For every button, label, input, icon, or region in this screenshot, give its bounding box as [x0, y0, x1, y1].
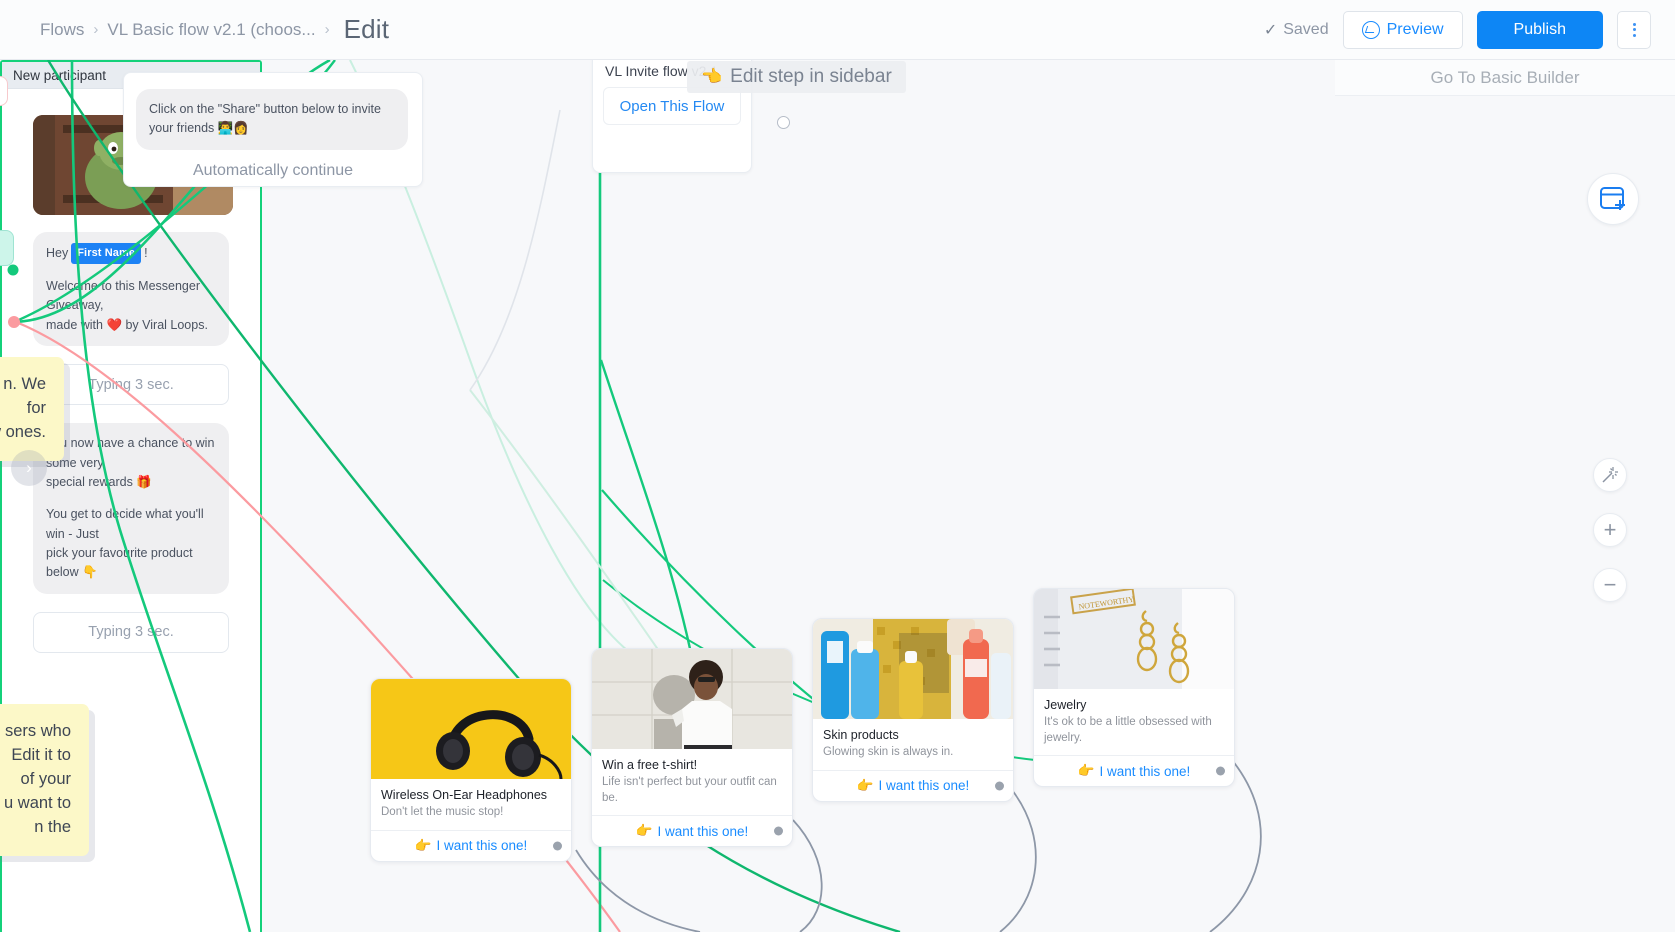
gallery-card-button-label: I want this one!: [436, 838, 528, 854]
gallery-card-text: Wireless On-Ear Headphones Don't let the…: [371, 779, 571, 830]
share-bubble-text: Click on the "Share" button below to inv…: [136, 89, 408, 150]
gallery-card-subtitle: Glowing skin is always in.: [823, 746, 954, 759]
sticky-note-next-button[interactable]: ›: [11, 450, 47, 486]
gallery-card-image: [592, 649, 792, 751]
magic-wand-icon: [1602, 467, 1618, 483]
breadcrumb: Flows › VL Basic flow v2.1 (choos... › E…: [40, 14, 389, 45]
flow-canvas[interactable]: Click on the "Share" button below to inv…: [0, 60, 1675, 932]
check-icon: ✓: [1263, 21, 1278, 39]
kebab-dot-icon: [1632, 33, 1636, 37]
tooltip-label: Edit step in sidebar: [730, 66, 892, 87]
breadcrumb-item-flows[interactable]: Flows: [40, 20, 84, 40]
saved-label: Saved: [1283, 20, 1329, 38]
sticky-note-line: Edit it to: [11, 745, 71, 764]
gallery-card-subtitle: Life isn't perfect but your outfit can b…: [602, 776, 777, 804]
sticky-note-bottom[interactable]: sers who Edit it to of your u want to n …: [0, 704, 89, 856]
gallery-card-button-label: I want this one!: [1099, 763, 1191, 779]
publish-button-label: Publish: [1513, 20, 1566, 38]
auto-continue-label: Automatically continue: [192, 161, 354, 179]
gallery-card-title: Wireless On-Ear Headphones: [381, 788, 548, 802]
plus-icon: +: [1603, 517, 1617, 542]
sticky-note-line: u want to: [4, 793, 71, 812]
gallery-card-skin-products[interactable]: Skin products Glowing skin is always in.…: [812, 618, 1014, 802]
gallery-card-subtitle: It's ok to be a little obsessed with jew…: [1044, 716, 1212, 744]
pointing-hand-icon: 👉: [1077, 763, 1095, 779]
gallery-card-tshirt[interactable]: Win a free t-shirt! Life isn't perfect b…: [591, 648, 793, 848]
gallery-card-title: Win a free t-shirt!: [602, 758, 698, 772]
sticky-note-top[interactable]: n. We for w ones.: [0, 357, 64, 461]
header-actions: ✓ Saved Preview Publish: [1264, 10, 1651, 49]
gallery-card-output-port[interactable]: [1216, 766, 1225, 776]
gallery-card-output-port[interactable]: [774, 826, 783, 836]
pointing-hand-icon: 👈: [701, 67, 723, 86]
chevron-right-icon: ›: [26, 458, 32, 477]
preview-button-label: Preview: [1386, 20, 1444, 38]
sticky-note-line: sers who: [4, 722, 71, 740]
node-output-port[interactable]: [777, 116, 790, 129]
gallery-card-button-label: I want this one!: [657, 823, 749, 839]
gallery-card-output-port[interactable]: [553, 841, 562, 851]
gallery-card-text: Jewelry It's ok to be a little obsessed …: [1034, 689, 1234, 755]
zoom-in-button[interactable]: +: [1593, 513, 1627, 547]
more-options-button[interactable]: [1617, 10, 1651, 49]
tooltip-edit-step: 👈 Edit step in sidebar: [687, 61, 906, 93]
pointing-hand-icon: 👉: [414, 837, 432, 853]
sticky-note-line: n the: [34, 817, 71, 836]
preview-button[interactable]: Preview: [1342, 10, 1463, 49]
gallery-card-text: Win a free t-shirt! Life isn't perfect b…: [592, 749, 792, 815]
auto-arrange-button[interactable]: [1593, 458, 1627, 492]
messenger-icon: [1361, 20, 1380, 39]
gallery-card-title: Jewelry: [1044, 698, 1087, 712]
gallery-card-button[interactable]: 👉 I want this one!: [592, 815, 792, 846]
flow-builder-app: Flows › VL Basic flow v2.1 (choos... › E…: [0, 0, 1675, 932]
page-title: Edit: [343, 14, 390, 44]
app-header: Flows › VL Basic flow v2.1 (choos... › E…: [0, 0, 1675, 60]
node-stub-pink[interactable]: [0, 76, 8, 106]
pointing-hand-icon: 👉: [856, 777, 874, 793]
sticky-note-line: for: [26, 398, 46, 417]
add-card-icon: [1600, 187, 1625, 210]
kebab-dot-icon: [1632, 28, 1636, 31]
gallery-card-image: [813, 619, 1013, 719]
go-to-basic-builder-button[interactable]: Go To Basic Builder: [1335, 60, 1675, 96]
breadcrumb-separator-icon: ›: [324, 21, 330, 38]
sticky-note-line: of your: [20, 769, 71, 788]
pointing-hand-icon: 👉: [635, 823, 653, 839]
minus-icon: −: [1603, 572, 1617, 597]
status-badge-saved: ✓ Saved: [1264, 20, 1329, 40]
breadcrumb-item-flow-name[interactable]: VL Basic flow v2.1 (choos...: [107, 20, 315, 40]
node-share-step[interactable]: Click on the "Share" button below to inv…: [123, 72, 423, 187]
gallery-card-text: Skin products Glowing skin is always in.: [813, 719, 1013, 770]
go-to-basic-builder-label: Go To Basic Builder: [1430, 67, 1580, 87]
sticky-note-line: w ones.: [0, 422, 46, 441]
sticky-note-line: n. We: [3, 375, 46, 393]
gallery-card-button[interactable]: 👉 I want this one!: [1034, 755, 1234, 786]
gallery-card-headphones[interactable]: Wireless On-Ear Headphones Don't let the…: [370, 678, 572, 862]
gallery-card-button-label: I want this one!: [878, 778, 970, 794]
gallery-card-output-port[interactable]: [995, 781, 1004, 791]
kebab-dot-icon: [1632, 22, 1636, 26]
zoom-out-button[interactable]: −: [1593, 568, 1627, 602]
gallery-card-subtitle: Don't let the music stop!: [381, 806, 504, 819]
gallery-card-button[interactable]: 👉 I want this one!: [371, 829, 571, 861]
gallery-card-image: NOTEWORTHY: [1034, 589, 1234, 689]
add-step-button[interactable]: [1587, 173, 1639, 225]
gallery-card-image: [371, 679, 571, 780]
gallery-card-button[interactable]: 👉 I want this one!: [813, 769, 1013, 801]
publish-button[interactable]: Publish: [1476, 10, 1603, 49]
breadcrumb-separator-icon: ›: [93, 21, 99, 38]
gallery-card-jewelry[interactable]: NOTEWORTHY Jewelry It's ok to be a littl…: [1033, 588, 1235, 788]
gallery-card-title: Skin products: [823, 728, 899, 742]
open-this-flow-link[interactable]: Open This Flow: [620, 98, 725, 115]
node-stub-teal[interactable]: [0, 230, 14, 266]
